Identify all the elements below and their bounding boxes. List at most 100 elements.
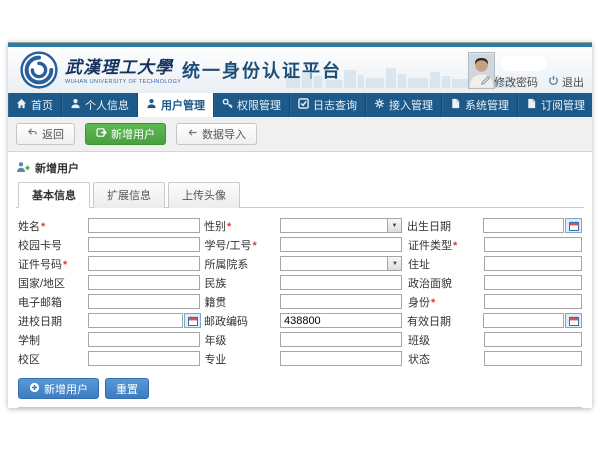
form-row: 校区* 专业* 状态* xyxy=(18,350,582,367)
user-icon xyxy=(70,98,81,112)
tab-basic-info[interactable]: 基本信息 xyxy=(18,182,90,208)
id-number-input[interactable] xyxy=(88,256,200,271)
field-label: 状态 xyxy=(408,354,430,366)
panel-title-text: 新增用户 xyxy=(35,160,79,176)
field-label: 证件号码 xyxy=(18,259,62,271)
field-campus: 校区* xyxy=(18,350,204,367)
grade-input[interactable] xyxy=(280,332,402,347)
name-input[interactable] xyxy=(88,218,200,233)
tab-upload-avatar[interactable]: 上传头像 xyxy=(168,182,240,208)
dropdown-arrow-icon[interactable]: ▼ xyxy=(387,257,401,270)
university-brand: 武漢理工大學 WUHAN UNIVERSITY OF TECHNOLOGY xyxy=(65,53,181,85)
calendar-icon[interactable] xyxy=(565,313,582,328)
university-logo-icon xyxy=(20,51,58,94)
home-icon xyxy=(16,98,27,112)
add-user-toolbar-button[interactable]: 新增用户 xyxy=(85,123,166,145)
form-actions: 新增用户 重置 xyxy=(16,371,584,407)
import-arrow-icon xyxy=(187,127,198,141)
check-square-icon xyxy=(298,98,309,112)
nav-tab-user-management[interactable]: 用户管理 xyxy=(138,93,214,117)
field-label: 学号/工号 xyxy=(204,240,251,252)
required-marker: * xyxy=(253,240,257,252)
header-highlight xyxy=(501,56,546,71)
field-label: 政治面貌 xyxy=(408,278,452,290)
calendar-icon[interactable] xyxy=(184,313,201,328)
required-marker: * xyxy=(63,259,67,271)
gear-icon xyxy=(374,98,385,112)
user-icon xyxy=(146,98,157,112)
app-window: 武漢理工大學 WUHAN UNIVERSITY OF TECHNOLOGY 统一… xyxy=(8,42,592,408)
change-password-link[interactable]: 修改密码 xyxy=(480,74,538,90)
birth-date-input[interactable] xyxy=(483,218,564,233)
field-valid-date: 有效日期* xyxy=(407,312,582,329)
form-row: 进校日期* 邮政编码* 有效日期* xyxy=(18,312,582,329)
field-identity: 身份* xyxy=(408,293,582,310)
valid-date-input[interactable] xyxy=(483,313,564,328)
field-label: 证件类型 xyxy=(408,240,452,252)
logout-label: 退出 xyxy=(562,74,584,90)
major-input[interactable] xyxy=(280,351,402,366)
nav-label: 个人信息 xyxy=(85,97,129,113)
nav-tab-system-management[interactable]: 系统管理 xyxy=(442,93,518,117)
field-label: 所属院系 xyxy=(204,259,248,271)
header: 武漢理工大學 WUHAN UNIVERSITY OF TECHNOLOGY 统一… xyxy=(8,47,592,93)
calendar-icon[interactable] xyxy=(565,218,582,233)
field-study-length: 学制* xyxy=(18,331,204,348)
basic-info-form: 姓名* 性别* ▼ 出生日期* 校园卡号* xyxy=(16,208,584,371)
form-row: 校园卡号* 学号/工号* 证件类型* xyxy=(18,236,582,253)
field-country-region: 国家/地区* xyxy=(18,274,204,291)
status-input[interactable] xyxy=(484,351,582,366)
study-length-input[interactable] xyxy=(88,332,200,347)
dropdown-arrow-icon[interactable]: ▼ xyxy=(387,219,401,232)
field-label: 姓名 xyxy=(18,221,40,233)
field-department: 所属院系* ▼ xyxy=(204,255,408,272)
entry-date-input[interactable] xyxy=(88,313,183,328)
field-label: 身份 xyxy=(408,297,430,309)
field-postal-code: 邮政编码* xyxy=(204,312,407,329)
reset-button[interactable]: 重置 xyxy=(105,378,149,399)
field-label: 出生日期 xyxy=(407,221,451,233)
form-row: 学制* 年级* 班级* xyxy=(18,331,582,348)
nav-tab-home[interactable]: 首页 xyxy=(8,93,62,117)
nav-tab-subscription-management[interactable]: 订阅管理 xyxy=(518,93,592,117)
reset-label: 重置 xyxy=(116,381,138,397)
campus-card-input[interactable] xyxy=(88,237,200,252)
address-input[interactable] xyxy=(484,256,582,271)
nav-label: 订阅管理 xyxy=(541,97,585,113)
nav-label: 日志查询 xyxy=(313,97,357,113)
nav-tab-log-query[interactable]: 日志查询 xyxy=(290,93,366,117)
nav-label: 用户管理 xyxy=(161,97,205,113)
gender-select[interactable] xyxy=(280,218,402,233)
logout-link[interactable]: 退出 xyxy=(548,74,584,90)
field-status: 状态* xyxy=(408,350,582,367)
postal-code-input[interactable] xyxy=(280,313,402,328)
panel-title: 新增用户 xyxy=(16,156,584,182)
submit-add-user-button[interactable]: 新增用户 xyxy=(18,378,99,399)
id-type-input[interactable] xyxy=(484,237,582,252)
email-input[interactable] xyxy=(88,294,200,309)
data-import-button[interactable]: 数据导入 xyxy=(176,123,257,145)
field-political-status: 政治面貌* xyxy=(408,274,582,291)
country-region-input[interactable] xyxy=(88,275,200,290)
field-email: 电子邮箱* xyxy=(18,293,204,310)
nav-tab-access-management[interactable]: 接入管理 xyxy=(366,93,442,117)
nav-tab-personal-info[interactable]: 个人信息 xyxy=(62,93,138,117)
main-nav: 首页 个人信息 用户管理 权限管理 日志查询 接入管理 系统管理 订阅管理 xyxy=(8,93,592,117)
required-marker: * xyxy=(431,297,435,309)
nav-tab-permission-management[interactable]: 权限管理 xyxy=(214,93,290,117)
power-icon xyxy=(548,75,559,89)
field-label: 年级 xyxy=(204,335,226,347)
back-arrow-icon xyxy=(27,127,38,141)
ethnicity-input[interactable] xyxy=(280,275,402,290)
native-place-input[interactable] xyxy=(280,294,402,309)
class-input[interactable] xyxy=(484,332,582,347)
political-status-input[interactable] xyxy=(484,275,582,290)
add-user-panel: 新增用户 基本信息 扩展信息 上传头像 姓名* 性别* ▼ xyxy=(8,151,592,408)
student-id-input[interactable] xyxy=(280,237,402,252)
department-select[interactable] xyxy=(280,256,402,271)
back-button[interactable]: 返回 xyxy=(16,123,75,145)
field-class: 班级* xyxy=(408,331,582,348)
identity-input[interactable] xyxy=(484,294,582,309)
campus-input[interactable] xyxy=(88,351,200,366)
tab-extended-info[interactable]: 扩展信息 xyxy=(93,182,165,208)
